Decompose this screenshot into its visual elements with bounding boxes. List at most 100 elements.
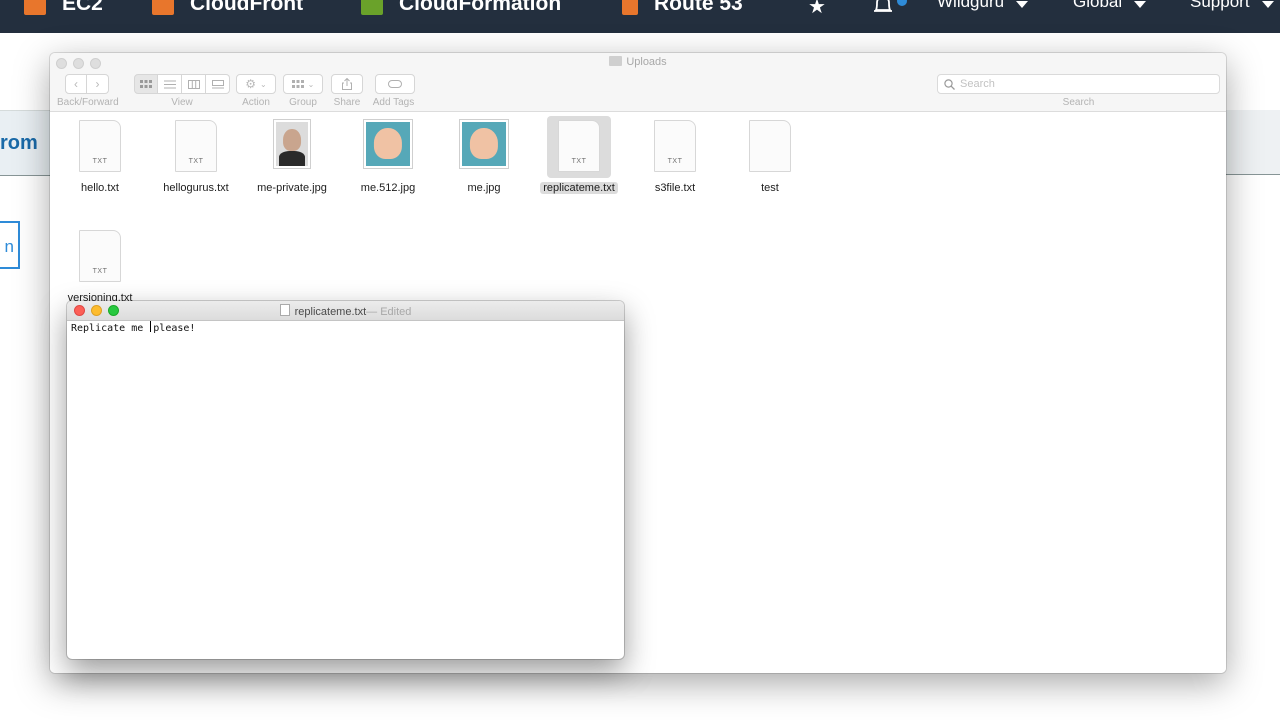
blank-file-icon xyxy=(749,120,791,172)
list-view-button[interactable] xyxy=(158,74,182,94)
folder-icon xyxy=(609,56,623,66)
chevron-down-icon xyxy=(1134,0,1147,8)
file-item-s3file-txt[interactable]: TXT s3file.txt xyxy=(627,116,723,196)
view-label: View xyxy=(171,97,193,108)
nav-service-cloudfront[interactable]: CloudFront xyxy=(152,0,303,16)
file-name: me.512.jpg xyxy=(360,182,416,194)
icon-grid-icon xyxy=(140,79,152,88)
column-view-button[interactable] xyxy=(182,74,206,94)
notifications-bell-icon[interactable] xyxy=(872,0,894,14)
share-group: Share xyxy=(331,74,363,108)
edited-indicator: — Edited xyxy=(366,306,412,318)
account-menu[interactable]: Wildguru xyxy=(937,0,1029,12)
nav-service-route53[interactable]: Route 53 xyxy=(622,0,743,16)
action-button[interactable]: ⚙ ⌄ xyxy=(236,74,276,94)
support-label: Support xyxy=(1190,0,1250,11)
region-menu[interactable]: Global xyxy=(1073,0,1147,12)
notification-dot xyxy=(897,0,907,6)
finder-title: Uploads xyxy=(50,56,1226,68)
support-menu[interactable]: Support xyxy=(1190,0,1274,12)
file-name: me.jpg xyxy=(467,182,501,194)
route53-icon xyxy=(622,0,638,15)
textedit-title: replicateme.txt— Edited xyxy=(67,304,624,318)
chevron-down-icon xyxy=(1261,0,1274,8)
cloudfront-icon xyxy=(152,0,174,15)
back-button[interactable]: ‹ xyxy=(65,74,87,94)
tag-icon xyxy=(388,80,402,88)
search-icon xyxy=(944,78,955,90)
group-group: ⌄ Group xyxy=(283,74,323,108)
gear-icon: ⚙ xyxy=(245,77,257,91)
file-item-test[interactable]: test xyxy=(722,116,818,196)
cloudformation-icon xyxy=(361,0,383,15)
file-name: hello.txt xyxy=(81,182,119,194)
icon-view-button[interactable] xyxy=(134,74,158,94)
nav-service-ec2[interactable]: EC2 xyxy=(24,0,103,16)
textedit-titlebar[interactable]: replicateme.txt— Edited xyxy=(67,301,624,321)
gallery-icon xyxy=(211,79,224,88)
aws-page-header-band-right xyxy=(1226,110,1280,175)
group-label: Group xyxy=(289,97,317,108)
file-name: test xyxy=(761,182,779,194)
text-editor-area[interactable]: Replicate me please! xyxy=(67,321,624,659)
ec2-icon xyxy=(24,0,46,15)
nav-service-label: CloudFormation xyxy=(399,0,562,15)
share-label: Share xyxy=(333,97,361,108)
nav-service-label: Route 53 xyxy=(654,0,743,15)
group-button[interactable]: ⌄ xyxy=(283,74,323,94)
group-grid-icon xyxy=(291,79,304,88)
chevron-right-icon: › xyxy=(95,77,100,91)
document-text: please! xyxy=(153,323,196,334)
nav-service-label: EC2 xyxy=(62,0,103,15)
aws-page-button[interactable]: n xyxy=(0,221,20,269)
forward-button[interactable]: › xyxy=(87,74,109,94)
region-name: Global xyxy=(1073,0,1123,11)
action-label: Action xyxy=(242,97,270,108)
file-item-hellogurus-txt[interactable]: TXT hellogurus.txt xyxy=(148,116,244,196)
list-icon xyxy=(163,80,176,88)
search-input[interactable]: Search xyxy=(937,74,1220,94)
aws-page-heading-fragment: rom xyxy=(0,132,38,154)
file-item-me-512-jpg[interactable]: me.512.jpg xyxy=(340,116,436,196)
finder-title-text: Uploads xyxy=(626,56,667,68)
file-item-replicateme-txt[interactable]: TXT replicateme.txt xyxy=(531,116,627,196)
action-group: ⚙ ⌄ Action xyxy=(236,74,276,108)
file-name: me-private.jpg xyxy=(257,182,327,194)
back-forward-label: Back/Forward xyxy=(57,97,119,108)
photo-thumbnail-icon xyxy=(460,120,508,168)
share-button[interactable] xyxy=(331,74,363,94)
file-name: hellogurus.txt xyxy=(163,182,229,194)
text-file-icon: TXT xyxy=(79,120,121,172)
gallery-view-button[interactable] xyxy=(206,74,230,94)
chevron-down-icon: ⌄ xyxy=(260,79,267,89)
favorites-star-icon[interactable]: ★ xyxy=(808,0,826,19)
back-forward-group: ‹ › Back/Forward xyxy=(57,74,119,108)
chevron-down-icon: ⌄ xyxy=(307,79,315,89)
columns-icon xyxy=(187,79,200,89)
document-icon xyxy=(279,304,290,316)
view-group: View xyxy=(134,74,230,108)
photo-thumbnail-icon xyxy=(364,120,412,168)
search-label: Search xyxy=(1062,97,1095,108)
finder-toolbar: Uploads ‹ › Back/Forward View ⚙ ⌄ Action… xyxy=(50,53,1226,112)
file-name: replicateme.txt xyxy=(540,182,618,194)
share-icon xyxy=(342,78,352,90)
chevron-down-icon xyxy=(1016,0,1029,8)
document-text: Replicate me xyxy=(71,323,150,334)
add-tags-group: Add Tags xyxy=(372,74,415,108)
file-item-me-jpg[interactable]: me.jpg xyxy=(436,116,532,196)
file-item-me-private-jpg[interactable]: me-private.jpg xyxy=(244,116,340,196)
file-item-hello-txt[interactable]: TXT hello.txt xyxy=(52,116,148,196)
search-placeholder: Search xyxy=(960,78,995,90)
text-file-icon: TXT xyxy=(558,120,600,172)
add-tags-button[interactable] xyxy=(375,74,415,94)
file-item-versioning-txt[interactable]: TXT versioning.txt xyxy=(52,226,148,306)
text-file-icon: TXT xyxy=(654,120,696,172)
textedit-window: replicateme.txt— Edited Replicate me ple… xyxy=(67,301,624,659)
aws-top-nav: EC2 CloudFront CloudFormation Route 53 ★… xyxy=(0,0,1280,33)
add-tags-label: Add Tags xyxy=(372,97,415,108)
file-name: s3file.txt xyxy=(654,182,696,194)
text-file-icon: TXT xyxy=(79,230,121,282)
nav-service-cloudformation[interactable]: CloudFormation xyxy=(361,0,561,16)
account-name: Wildguru xyxy=(937,0,1005,11)
